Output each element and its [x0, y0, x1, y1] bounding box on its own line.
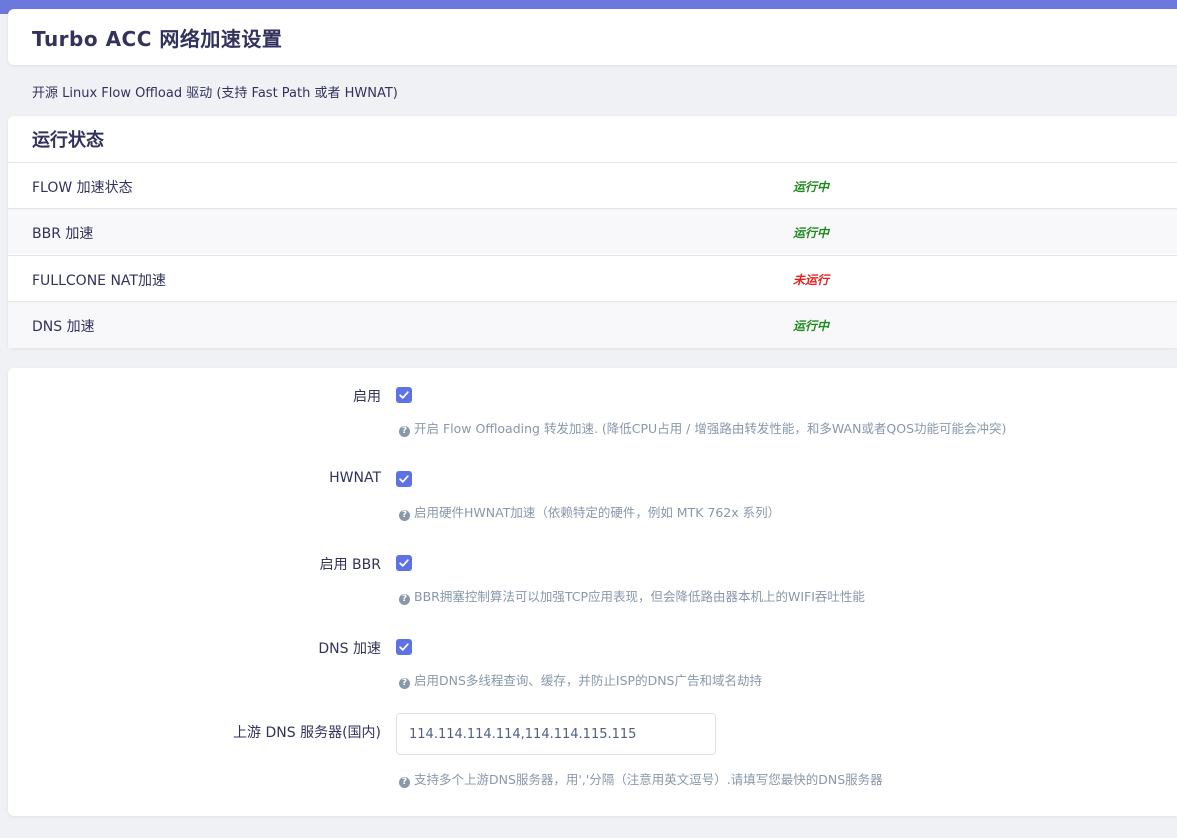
page-description: 开源 Linux Flow Offload 驱动 (支持 Fast Path 或…: [32, 86, 398, 101]
checkmark-icon: [399, 391, 409, 399]
upstream-dns-help: ? 支持多个上游DNS服务器，用','分隔（注意用英文逗号）.请填写您最快的DNS…: [399, 769, 883, 788]
enable-help: ? 开启 Flow Offloading 转发加速. (降低CPU占用 / 增强路…: [399, 418, 1006, 437]
enable-help-text: 开启 Flow Offloading 转发加速. (降低CPU占用 / 增强路由…: [414, 421, 1007, 436]
dns-label: DNS 加速: [318, 641, 381, 657]
question-icon: ?: [399, 426, 410, 437]
dns-help-text: 启用DNS多线程查询、缓存，并防止ISP的DNS广告和域名劫持: [414, 673, 762, 688]
bbr-help: ? BBR拥塞控制算法可以加强TCP应用表现，但会降低路由器本机上的WIFI吞吐性…: [399, 586, 865, 605]
question-icon: ?: [399, 678, 410, 689]
status-name: FLOW 加速状态: [32, 180, 133, 196]
hwnat-help: ? 启用硬件HWNAT加速（依赖特定的硬件，例如 MTK 762x 系列）: [399, 502, 780, 521]
status-card: 运行状态 FLOW 加速状态 运行中 BBR 加速 运行中 FULLCONE N…: [8, 116, 1177, 348]
status-row-bbr: BBR 加速 运行中: [8, 208, 1177, 254]
status-heading: 运行状态: [32, 130, 104, 151]
upstream-dns-help-text: 支持多个上游DNS服务器，用','分隔（注意用英文逗号）.请填写您最快的DNS服…: [414, 772, 883, 787]
dns-checkbox[interactable]: [396, 639, 412, 655]
upstream-dns-input[interactable]: [396, 713, 716, 755]
hwnat-label: HWNAT: [329, 470, 381, 486]
status-value: 运行中: [793, 226, 830, 240]
status-value: 运行中: [793, 180, 830, 194]
checkmark-icon: [399, 475, 409, 483]
checkmark-icon: [399, 559, 409, 567]
title-card: Turbo ACC 网络加速设置: [8, 9, 1177, 65]
status-row-fullcone: FULLCONE NAT加速 未运行: [8, 255, 1177, 301]
hwnat-checkbox[interactable]: [396, 471, 412, 487]
enable-checkbox[interactable]: [396, 387, 412, 403]
upstream-dns-label: 上游 DNS 服务器(国内): [233, 725, 381, 741]
dns-help: ? 启用DNS多线程查询、缓存，并防止ISP的DNS广告和域名劫持: [399, 670, 762, 689]
status-name: FULLCONE NAT加速: [32, 273, 166, 289]
page-title: Turbo ACC 网络加速设置: [32, 27, 283, 51]
bbr-checkbox[interactable]: [396, 555, 412, 571]
question-icon: ?: [399, 777, 410, 788]
checkmark-icon: [399, 643, 409, 651]
question-icon: ?: [399, 510, 410, 521]
status-row-dns: DNS 加速 运行中: [8, 301, 1177, 348]
bbr-help-text: BBR拥塞控制算法可以加强TCP应用表现，但会降低路由器本机上的WIFI吞吐性能: [414, 589, 865, 604]
hwnat-help-text: 启用硬件HWNAT加速（依赖特定的硬件，例如 MTK 762x 系列）: [414, 505, 781, 520]
enable-label: 启用: [353, 389, 381, 405]
status-row-flow: FLOW 加速状态 运行中: [8, 162, 1177, 208]
status-name: BBR 加速: [32, 226, 94, 242]
question-icon: ?: [399, 594, 410, 605]
status-value: 运行中: [793, 319, 830, 333]
status-value: 未运行: [793, 273, 830, 287]
bbr-label: 启用 BBR: [319, 557, 381, 573]
settings-form: 启用 ? 开启 Flow Offloading 转发加速. (降低CPU占用 / …: [8, 368, 1177, 816]
status-name: DNS 加速: [32, 319, 95, 335]
